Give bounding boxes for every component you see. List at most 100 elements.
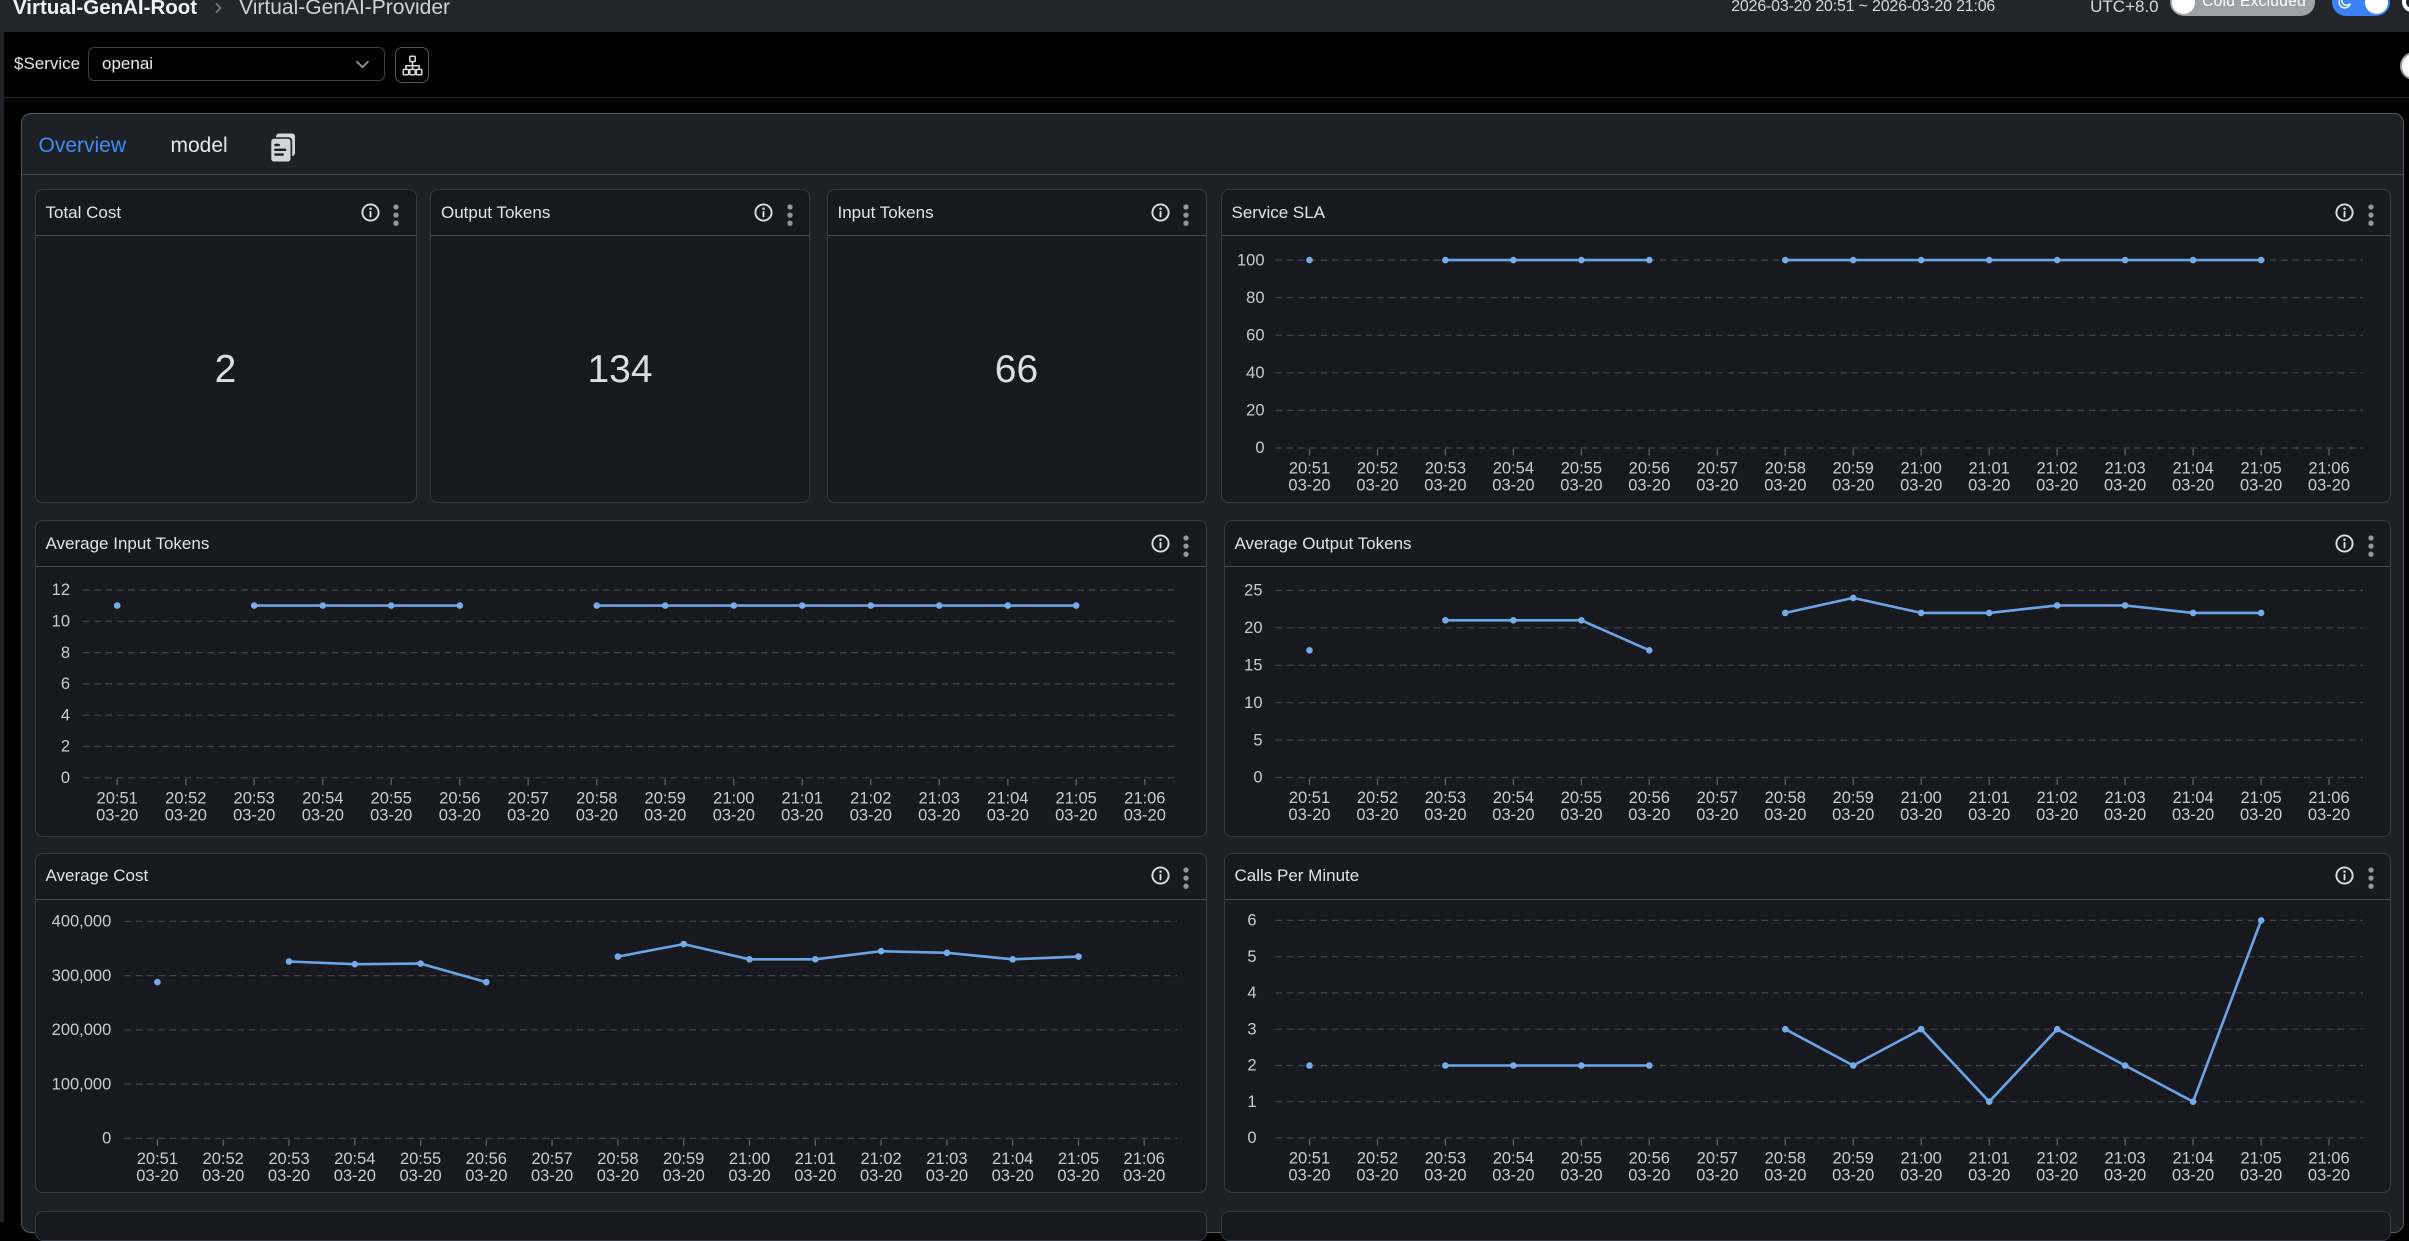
svg-text:21:03: 21:03: [2104, 460, 2145, 478]
svg-text:20:52: 20:52: [165, 789, 206, 807]
svg-text:03-20: 03-20: [2171, 806, 2213, 824]
svg-text:21:06: 21:06: [2308, 460, 2349, 478]
svg-text:03-20: 03-20: [1055, 806, 1097, 824]
svg-text:21:00: 21:00: [728, 1149, 769, 1167]
svg-text:20:58: 20:58: [1764, 789, 1805, 807]
svg-text:03-20: 03-20: [2239, 477, 2281, 495]
svg-text:4: 4: [1247, 984, 1256, 1002]
svg-text:21:01: 21:01: [1968, 789, 2009, 807]
svg-text:03-20: 03-20: [2307, 806, 2349, 824]
svg-text:20:54: 20:54: [1492, 789, 1533, 807]
svg-text:20:51: 20:51: [1288, 1149, 1329, 1167]
svg-text:21:02: 21:02: [850, 789, 891, 807]
svg-text:03-20: 03-20: [1764, 477, 1806, 495]
svg-text:03-20: 03-20: [1696, 477, 1738, 495]
svg-text:03-20: 03-20: [849, 806, 891, 824]
svg-text:20:51: 20:51: [136, 1149, 177, 1167]
svg-text:03-20: 03-20: [644, 806, 686, 824]
svg-text:20:59: 20:59: [644, 789, 685, 807]
svg-text:03-20: 03-20: [1968, 806, 2010, 824]
svg-text:03-20: 03-20: [1288, 1166, 1330, 1184]
svg-text:21:04: 21:04: [2172, 789, 2213, 807]
svg-text:03-20: 03-20: [1424, 477, 1466, 495]
svg-text:0: 0: [1247, 1129, 1256, 1147]
svg-text:03-20: 03-20: [465, 1166, 507, 1184]
svg-text:03-20: 03-20: [1696, 1166, 1738, 1184]
svg-text:03-20: 03-20: [1900, 477, 1942, 495]
svg-text:20:53: 20:53: [233, 789, 274, 807]
svg-text:03-20: 03-20: [1356, 477, 1398, 495]
svg-text:20:56: 20:56: [439, 789, 480, 807]
svg-text:21:01: 21:01: [794, 1149, 835, 1167]
svg-text:21:01: 21:01: [1968, 460, 2009, 478]
svg-text:20: 20: [1244, 619, 1262, 637]
svg-text:21:00: 21:00: [1900, 460, 1941, 478]
svg-text:03-20: 03-20: [1628, 477, 1670, 495]
svg-text:20:51: 20:51: [1288, 460, 1329, 478]
svg-text:40: 40: [1246, 364, 1264, 382]
svg-text:1: 1: [1247, 1092, 1256, 1110]
svg-text:10: 10: [51, 613, 69, 631]
svg-text:03-20: 03-20: [1900, 1166, 1942, 1184]
svg-text:03-20: 03-20: [2036, 1166, 2078, 1184]
svg-text:0: 0: [102, 1129, 111, 1147]
svg-text:20:53: 20:53: [268, 1149, 309, 1167]
svg-text:20:59: 20:59: [1832, 789, 1873, 807]
svg-text:03-20: 03-20: [1492, 477, 1534, 495]
svg-text:03-20: 03-20: [96, 806, 138, 824]
svg-text:21:02: 21:02: [2036, 1149, 2077, 1167]
svg-text:03-20: 03-20: [1492, 1166, 1534, 1184]
svg-text:400,000: 400,000: [51, 912, 111, 930]
svg-text:21:00: 21:00: [713, 789, 754, 807]
svg-text:0: 0: [60, 769, 69, 787]
svg-text:03-20: 03-20: [2307, 1166, 2349, 1184]
svg-text:60: 60: [1246, 327, 1264, 345]
svg-text:03-20: 03-20: [925, 1166, 967, 1184]
svg-text:15: 15: [1244, 656, 1262, 674]
svg-text:03-20: 03-20: [333, 1166, 375, 1184]
svg-text:03-20: 03-20: [991, 1166, 1033, 1184]
svg-text:20:57: 20:57: [1696, 789, 1737, 807]
svg-text:20:53: 20:53: [1424, 1149, 1465, 1167]
svg-text:8: 8: [60, 644, 69, 662]
svg-text:21:05: 21:05: [1057, 1149, 1098, 1167]
svg-text:20:54: 20:54: [1492, 1149, 1533, 1167]
svg-text:21:04: 21:04: [992, 1149, 1033, 1167]
svg-text:20:57: 20:57: [531, 1149, 572, 1167]
svg-text:03-20: 03-20: [1696, 806, 1738, 824]
svg-text:21:05: 21:05: [2240, 460, 2281, 478]
svg-text:6: 6: [60, 675, 69, 693]
svg-text:3: 3: [1247, 1020, 1256, 1038]
svg-text:20:54: 20:54: [334, 1149, 375, 1167]
svg-text:21:06: 21:06: [1123, 1149, 1164, 1167]
svg-text:03-20: 03-20: [2036, 477, 2078, 495]
svg-text:03-20: 03-20: [1560, 477, 1602, 495]
svg-text:21:00: 21:00: [1900, 789, 1941, 807]
svg-text:21:03: 21:03: [2104, 1149, 2145, 1167]
svg-text:80: 80: [1246, 289, 1264, 307]
svg-text:03-20: 03-20: [596, 1166, 638, 1184]
svg-text:4: 4: [60, 706, 69, 724]
svg-text:03-20: 03-20: [1288, 477, 1330, 495]
svg-text:03-20: 03-20: [1424, 806, 1466, 824]
svg-text:20:56: 20:56: [1628, 460, 1669, 478]
svg-text:5: 5: [1253, 731, 1262, 749]
svg-text:20:57: 20:57: [507, 789, 548, 807]
svg-text:10: 10: [1244, 694, 1262, 712]
svg-text:21:05: 21:05: [2240, 789, 2281, 807]
svg-text:20:58: 20:58: [576, 789, 617, 807]
svg-text:03-20: 03-20: [267, 1166, 309, 1184]
svg-text:21:03: 21:03: [918, 789, 959, 807]
svg-text:03-20: 03-20: [1832, 1166, 1874, 1184]
svg-text:20:55: 20:55: [1560, 460, 1601, 478]
svg-text:03-20: 03-20: [1764, 806, 1806, 824]
svg-text:03-20: 03-20: [1832, 477, 1874, 495]
svg-text:03-20: 03-20: [1057, 1166, 1099, 1184]
svg-text:21:05: 21:05: [2240, 1149, 2281, 1167]
svg-text:20:58: 20:58: [1764, 460, 1805, 478]
svg-text:03-20: 03-20: [1968, 477, 2010, 495]
svg-text:21:05: 21:05: [1055, 789, 1096, 807]
svg-text:5: 5: [1247, 947, 1256, 965]
svg-text:03-20: 03-20: [2307, 477, 2349, 495]
svg-text:20:56: 20:56: [1628, 789, 1669, 807]
